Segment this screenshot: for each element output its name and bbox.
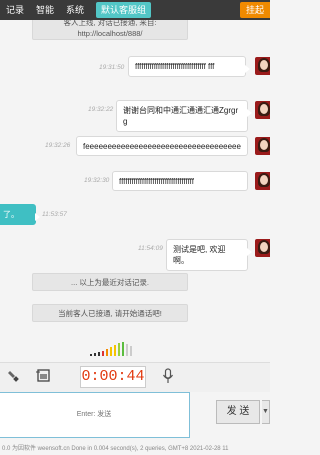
message-time: 11:54:09 xyxy=(138,245,163,252)
message-time: 19:31:50 xyxy=(99,64,125,71)
audio-level-meter xyxy=(90,342,132,356)
call-timer: 0:00:44 xyxy=(80,366,146,388)
chat-log[interactable]: 客人上线, 对话已接通, 来自: http://localhost/888/ 1… xyxy=(0,20,270,362)
top-bar: 记录 智能 系统 默认客服组 挂起 xyxy=(0,0,270,20)
message-time: 19:32:30 xyxy=(84,177,110,184)
message-time: 19:32:22 xyxy=(88,106,114,113)
message-bubble: 测试是吧, 欢迎啊。 xyxy=(166,239,252,271)
hangup-button[interactable]: 挂起 xyxy=(239,2,270,18)
send-button[interactable]: 发 送 xyxy=(216,400,260,424)
message-time: 19:32:26 xyxy=(45,142,71,149)
system-message-history: ... 以上为最近对话记录. xyxy=(32,273,188,291)
send-options-dropdown[interactable]: ▼ xyxy=(262,400,270,424)
avatar xyxy=(255,137,270,155)
avatar xyxy=(255,57,270,75)
screenshot-icon[interactable] xyxy=(36,368,51,386)
avatar xyxy=(255,239,270,257)
system-message-connected: 当前客人已接通, 请开始通话吧! xyxy=(32,304,188,322)
tab-records[interactable]: 记录 xyxy=(0,0,30,20)
message-bubble: ffffffffffffffffffffffffffffffffff fff xyxy=(128,56,250,77)
tab-smart[interactable]: 智能 xyxy=(30,0,60,20)
footer-status: 0.0 为因软件 weensoft.cn Done in 0.004 secon… xyxy=(2,446,229,452)
tab-default-group[interactable]: 默认客服组 xyxy=(96,2,152,18)
tab-system[interactable]: 系统 xyxy=(60,0,90,20)
message-time: 11:53:57 xyxy=(42,211,67,218)
message-bubble: ffffffffffffffffffffffffffffffffffff xyxy=(112,171,248,191)
flashlight-icon[interactable] xyxy=(6,369,20,386)
message-input-area xyxy=(0,392,190,438)
avatar xyxy=(255,101,270,119)
avatar xyxy=(255,172,270,190)
system-message-connected-top: 客人上线, 对话已接通, 来自: http://localhost/888/ xyxy=(32,20,188,40)
message-bubble-visitor: 了。 xyxy=(0,204,40,225)
message-input[interactable] xyxy=(0,393,189,437)
microphone-icon[interactable] xyxy=(162,368,174,387)
message-bubble: feeeeeeeeeeeeeeeeeeeeeeeeeeeeeeeeeeeeeee… xyxy=(76,136,248,156)
message-bubble: 谢谢台同和中通汇通通汇通Zgrgrg xyxy=(116,100,252,132)
